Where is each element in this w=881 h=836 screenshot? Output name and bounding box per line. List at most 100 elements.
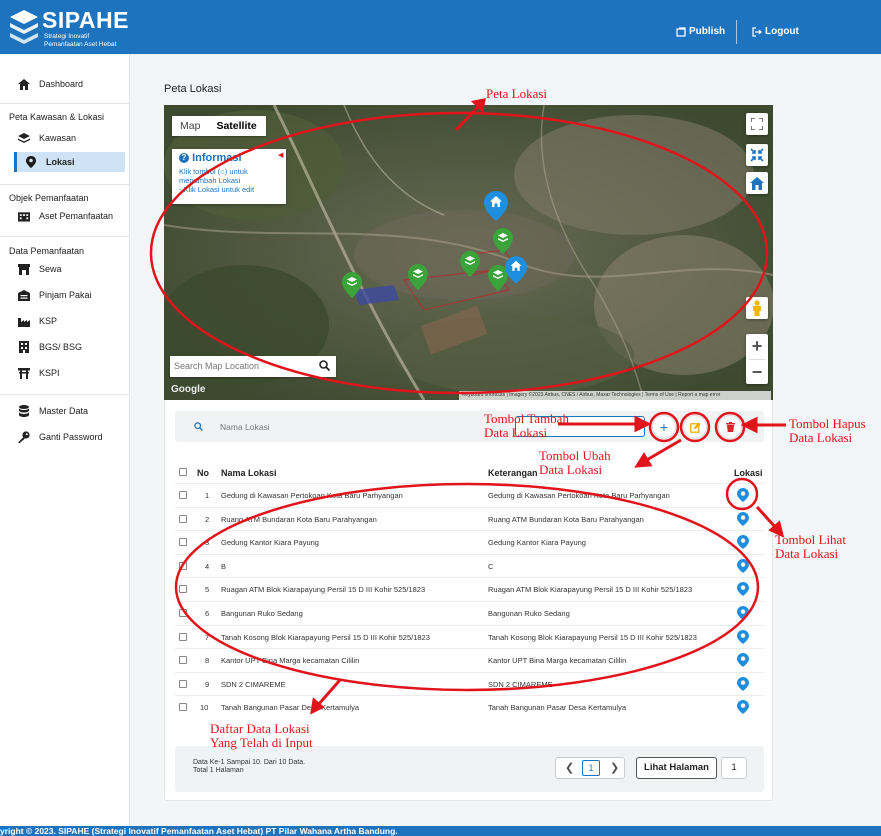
sidebar-item-kspi[interactable]: KSPI [0, 363, 130, 383]
column-header-nama: Nama Lokasi [221, 468, 277, 478]
sidebar-item-label: Aset Pemanfaatan [39, 211, 114, 221]
current-page-button[interactable]: 1 [582, 760, 600, 776]
row-checkbox[interactable] [179, 703, 187, 711]
map-marker-kawasan[interactable] [460, 251, 480, 277]
row-no: 1 [205, 491, 210, 500]
zoom-control: + − [746, 334, 768, 384]
row-keterangan: Tanah Bangunan Pasar Desa Kertamulya [488, 703, 627, 712]
page-number-input[interactable]: 1 [721, 757, 747, 779]
table-row[interactable]: 9 SDN 2 CIMAREME SDN 2 CIMAREME [175, 673, 764, 695]
row-checkbox[interactable] [179, 609, 187, 617]
brand-subtitle-2: Pemanfaatan Aset Hebat [44, 41, 117, 48]
row-checkbox[interactable] [179, 656, 187, 664]
logo-stack-icon [10, 10, 38, 44]
row-keterangan: Tanah Kosong Blok Kiarapayung Persil 15 … [488, 633, 697, 642]
zoom-out-button[interactable]: − [746, 360, 768, 384]
sidebar-item-master[interactable]: Master Data [0, 401, 130, 421]
collapse-map-button[interactable] [746, 144, 768, 166]
sidebar-item-kawasan[interactable]: Kawasan [0, 128, 130, 148]
row-no: 3 [205, 538, 210, 547]
map-marker-lokasi[interactable] [484, 191, 508, 221]
publish-icon [676, 26, 686, 37]
nama-lokasi-search[interactable]: Nama Lokasi [185, 415, 475, 438]
sidebar-item-dashboard[interactable]: Dashboard [0, 74, 130, 94]
row-checkbox[interactable] [179, 562, 187, 570]
map-marker-kawasan[interactable] [493, 228, 513, 254]
view-location-pin-icon[interactable] [737, 630, 749, 644]
delete-location-button[interactable] [718, 415, 742, 439]
pagination-info: Data Ke-1 Sampai 10. Dari 10 Data. [193, 759, 306, 766]
edit-location-button[interactable] [683, 415, 707, 439]
brand-title: SIPAHE [42, 7, 129, 33]
map-marker-lokasi[interactable] [505, 256, 527, 284]
table-row[interactable]: 10 Tanah Bangunan Pasar Desa Kertamulya Ta… [175, 696, 764, 718]
row-checkbox[interactable] [179, 633, 187, 641]
view-location-pin-icon[interactable] [737, 700, 749, 714]
map-location-search[interactable]: Search Map Location [170, 356, 336, 377]
tab-map[interactable]: Map [172, 116, 208, 136]
tab-satellite[interactable]: Satellite [208, 116, 264, 136]
view-location-pin-icon[interactable] [737, 653, 749, 667]
table-row[interactable]: 2 Ruang ATM Bundaran Kota Baru Parahyanga… [175, 508, 764, 530]
map-marker-kawasan[interactable] [342, 272, 362, 298]
view-location-pin-icon[interactable] [737, 559, 749, 573]
row-checkbox[interactable] [179, 491, 187, 499]
view-location-pin-icon[interactable] [737, 512, 749, 526]
logout-button[interactable]: Logout [752, 26, 799, 37]
sidebar-item-aset[interactable]: Aset Pemanfaatan [0, 206, 130, 226]
select-all-checkbox[interactable] [179, 468, 187, 476]
table-row[interactable]: 6 Bangunan Ruko Sedang Bangunan Ruko Sedan… [175, 602, 764, 624]
map-attribution[interactable]: Keyboard shortcuts | Imagery ©2023 Airbu… [459, 391, 771, 400]
view-location-pin-icon[interactable] [737, 606, 749, 620]
row-keterangan: C [488, 562, 494, 571]
table-row[interactable]: 1 Gedung di Kawasan Pertokoan Kota Baru P… [175, 484, 764, 506]
app-logo[interactable]: SIPAHE Strategi Inovatif Pemanfaatan Ase… [8, 6, 148, 50]
table-row[interactable]: 8 Kantor UPT Bina Marga kecamatan Cililin… [175, 649, 764, 671]
row-keterangan: SDN 2 CIMAREME [488, 680, 553, 689]
sidebar-item-ksp[interactable]: KSP [0, 311, 130, 331]
zoom-in-button[interactable]: + [746, 334, 768, 358]
sidebar-item-pinjam[interactable]: Pinjam Pakai [0, 285, 130, 305]
sidebar-divider [0, 394, 130, 395]
table-row[interactable]: 3 Gedung Kantor Kiara Payung Gedung Kantor… [175, 531, 764, 553]
fullscreen-button[interactable] [746, 113, 768, 135]
map-marker-kawasan[interactable] [408, 264, 428, 290]
table-row[interactable]: 5 Ruagan ATM Blok Kiarapayung Persil 15 D… [175, 578, 764, 600]
table-row[interactable]: 7 Tanah Kosong Blok Kiarapayung Persil 15… [175, 626, 764, 648]
search-placeholder: Search Map Location [174, 361, 260, 371]
publish-button[interactable]: Publish [676, 26, 725, 37]
column-header-no: No [197, 468, 209, 478]
annotation-tombol-lihat-line2: Data Lokasi [775, 546, 839, 561]
next-page-icon[interactable]: ❯ [610, 761, 619, 774]
sidebar-item-lokasi[interactable]: Lokasi [14, 152, 125, 172]
view-location-pin-icon[interactable] [737, 488, 749, 502]
info-circle-icon: ? [179, 153, 189, 163]
add-location-button[interactable] [746, 172, 768, 194]
sidebar-item-bgs[interactable]: BGS/ BSG [0, 337, 130, 357]
prev-page-icon[interactable]: ❮ [565, 761, 574, 774]
add-location-row-button[interactable]: + [652, 415, 676, 439]
sidebar-item-sewa[interactable]: Sewa [0, 259, 130, 279]
info-collapse-icon[interactable]: ◀ [278, 151, 283, 159]
home-icon [18, 78, 30, 90]
street-view-pegman[interactable] [746, 297, 768, 319]
edit-icon [689, 422, 700, 433]
row-checkbox[interactable] [179, 538, 187, 546]
sidebar-section-data: Data Pemanfaatan [9, 246, 85, 256]
map-type-tabs: Map Satellite [172, 116, 266, 136]
view-location-pin-icon[interactable] [737, 535, 749, 549]
lihat-halaman-button[interactable]: Lihat Halaman [636, 757, 717, 779]
table-row[interactable]: 4 B C [175, 555, 764, 577]
row-checkbox[interactable] [179, 585, 187, 593]
row-nama-lokasi: Ruang ATM Bundaran Kota Baru Parahyangan [221, 515, 377, 524]
search-icon[interactable] [319, 360, 330, 371]
view-location-pin-icon[interactable] [737, 582, 749, 596]
plus-icon: + [659, 419, 669, 435]
row-checkbox[interactable] [179, 515, 187, 523]
column-header-keterangan: Keterangan [488, 468, 538, 478]
database-icon [18, 405, 30, 417]
view-location-pin-icon[interactable] [737, 677, 749, 691]
annotation-tombol-ubah-line2: Data Lokasi [539, 462, 603, 477]
sidebar-item-password[interactable]: Ganti Password [0, 427, 130, 447]
row-checkbox[interactable] [179, 680, 187, 688]
